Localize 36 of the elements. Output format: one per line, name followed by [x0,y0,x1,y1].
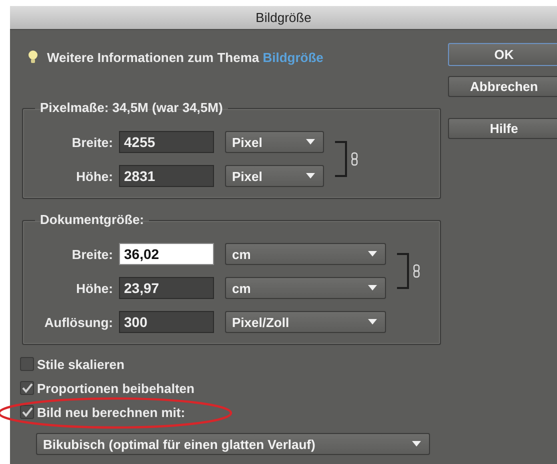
unit-dropdown[interactable]: Pixel [225,165,324,187]
input-field[interactable]: 2831 [119,165,214,187]
checkbox-label: Bild neu berechnen mit: [37,404,186,420]
field-label: Breite: [70,246,113,262]
unit-dropdown[interactable]: Pixel/Zoll [225,311,386,333]
input-field[interactable]: 23,97 [119,277,214,299]
checkbox-label: Stile skalieren [37,356,124,372]
window-title: Bildgröße [256,10,312,25]
input-field[interactable]: 36,02 [119,243,214,265]
lightbulb-icon [28,50,38,64]
dropdown-arrow-icon [306,139,315,145]
dropdown-arrow-icon [368,251,377,257]
dialog-button[interactable]: Hilfe [448,118,557,139]
group-title: Pixelmaße: 34,5M (war 34,5M) [39,100,224,116]
dropdown-arrow-icon [412,441,421,447]
resample-dropdown[interactable]: Bikubisch (optimal für einen glatten Verlauf) [36,433,430,455]
checkbox[interactable] [20,405,34,419]
unit-dropdown[interactable]: Pixel [225,131,324,153]
unit-dropdown[interactable]: cm [225,243,386,265]
field-label: Breite: [70,134,113,150]
dialog-button[interactable]: OK [448,43,557,66]
checkbox-label: Proportionen beibehalten [37,380,194,396]
input-field[interactable]: 4255 [119,131,214,153]
input-field[interactable]: 300 [119,311,214,333]
dropdown-arrow-icon [368,319,377,325]
dialog-button[interactable]: Abbrechen [448,76,557,97]
dropdown-arrow-icon [306,173,315,179]
field-label: Auflösung: [43,314,113,330]
field-label: Höhe: [75,168,113,184]
checkbox[interactable] [20,357,34,371]
dropdown-arrow-icon [368,285,377,291]
info-text: Weitere Informationen zum Thema Bildgröße [47,50,324,64]
field-label: Höhe: [75,280,113,296]
unit-dropdown[interactable]: cm [225,277,386,299]
checkbox[interactable] [20,381,34,395]
group-title: Dokumentgröße: [39,212,145,228]
